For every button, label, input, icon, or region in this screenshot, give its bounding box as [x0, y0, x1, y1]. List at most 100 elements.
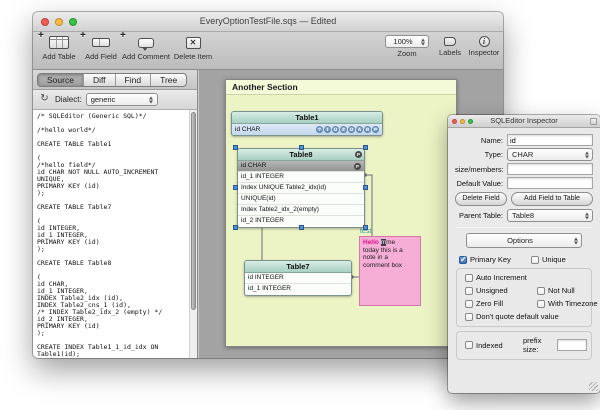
selection-handle[interactable] [299, 225, 304, 230]
table1-field-row[interactable]: id CHAR ? I U Z U A N P [232, 124, 382, 135]
selection-handle[interactable] [233, 185, 238, 190]
unique-checkbox[interactable]: Unique [531, 255, 566, 264]
window-titlebar[interactable]: EveryOptionTestFile.sqs — Edited [33, 12, 503, 32]
indexed-checkbox[interactable]: Indexed [465, 341, 523, 350]
table8-row[interactable]: Index Table2_idx_2(empty) [238, 205, 364, 216]
prefix-size-field[interactable] [557, 339, 587, 351]
table8-header[interactable]: Table8 P [238, 149, 364, 161]
inspector-titlebar[interactable]: SQLEditor Inspector [448, 115, 600, 128]
refresh-button[interactable]: ↻ [38, 93, 51, 106]
table7-row[interactable]: id_1 INTEGER [245, 284, 351, 295]
selection-handle[interactable] [363, 225, 368, 230]
source-scrollbar-thumb[interactable] [191, 112, 196, 310]
primary-key-badge-icon: P [354, 163, 361, 170]
diagram-canvas[interactable]: Another Section test Table1 id CHAR ? [225, 79, 457, 347]
inspector-traffic-lights [452, 119, 473, 124]
minimize-button[interactable] [55, 18, 63, 26]
table-table8[interactable]: Table8 P id CHAR P id_1 INTEGER Index UN… [237, 148, 365, 228]
inspector-toggle-button[interactable]: i Inspector [467, 35, 501, 57]
type-select[interactable]: CHAR [507, 148, 593, 161]
add-field-to-table-button[interactable]: Add Field to Table [511, 192, 593, 206]
table1-header[interactable]: Table1 [232, 112, 382, 124]
name-field[interactable] [507, 134, 593, 146]
add-comment-icon: + [121, 34, 171, 51]
source-scrollbar[interactable] [189, 110, 197, 358]
not-null-label: Not Null [548, 286, 575, 295]
zoom-window-button[interactable] [69, 18, 77, 26]
inspector-body: Name: Type: CHAR size/members: Default V… [448, 128, 600, 360]
parent-table-value: Table8 [508, 210, 592, 222]
attr-badge-icon: P [372, 126, 379, 133]
zero-fill-checkbox[interactable]: Zero Fill [465, 299, 537, 308]
table8-row[interactable]: UNIQUE(id) [238, 194, 364, 205]
selection-handle[interactable] [233, 145, 238, 150]
attr-badge-icon: I [324, 126, 331, 133]
selection-handle[interactable] [233, 225, 238, 230]
add-field-button[interactable]: + Add Field [81, 34, 121, 61]
table8-row[interactable]: Index UNIQUE Table2_idx(id) [238, 183, 364, 194]
tab-tree[interactable]: Tree [151, 74, 186, 86]
resize-grip-icon[interactable] [589, 382, 598, 391]
labels-button[interactable]: Labels [435, 35, 465, 57]
options-label: Options [467, 234, 581, 248]
comment-box[interactable]: Hello mme today this is a note in a comm… [359, 236, 421, 306]
unique-label: Unique [542, 255, 566, 264]
table8-row[interactable]: id_1 INTEGER [238, 172, 364, 183]
tab-find[interactable]: Find [116, 74, 152, 86]
inspector-zoom-button[interactable] [468, 119, 473, 124]
delete-field-button[interactable]: Delete Field [455, 192, 507, 206]
window-title: EveryOptionTestFile.sqs — Edited [33, 12, 503, 31]
add-comment-button[interactable]: + Add Comment [121, 34, 171, 61]
parent-table-select[interactable]: Table8 [507, 209, 593, 222]
indexed-label: Indexed [476, 341, 503, 350]
checkbox-icon [465, 300, 473, 308]
view-tabbar: Source Diff Find Tree [33, 70, 197, 90]
popup-arrows-icon [583, 150, 590, 159]
primary-key-checkbox[interactable]: ✓ Primary Key [459, 255, 531, 264]
sql-source-editor[interactable]: /* SQLEditor (Generic SQL)*/ /*hello wor… [33, 110, 189, 358]
dialect-select[interactable]: generic [86, 93, 158, 106]
popup-arrows-icon [583, 211, 590, 220]
default-value-field[interactable] [507, 177, 593, 189]
not-null-checkbox[interactable]: Not Null [537, 286, 575, 295]
add-table-button[interactable]: + Add Table [39, 34, 79, 61]
comment-body: today this is a note in a comment box [363, 247, 417, 270]
attr-badge-icon: A [356, 126, 363, 133]
selection-handle[interactable] [299, 145, 304, 150]
popup-arrows-icon [419, 37, 426, 46]
table1-title: Table1 [295, 113, 318, 122]
table-table1[interactable]: Table1 id CHAR ? I U Z U A N P [231, 111, 383, 136]
info-icon: i [479, 36, 490, 47]
delete-item-button[interactable]: ✕ Delete Item [171, 34, 215, 61]
table7-row[interactable]: id INTEGER [245, 273, 351, 284]
zoom-caption: Zoom [385, 49, 429, 58]
table8-row-selected[interactable]: id CHAR P [238, 161, 364, 172]
popup-arrows-icon [572, 236, 579, 245]
dont-quote-default-checkbox[interactable]: Don't quote default value [465, 312, 587, 321]
table7-header[interactable]: Table7 [245, 261, 351, 273]
zoom-select[interactable]: 100% [385, 35, 429, 48]
selection-handle[interactable] [363, 145, 368, 150]
source-view: /* SQLEditor (Generic SQL)*/ /*hello wor… [33, 110, 197, 358]
labels-icon [444, 37, 456, 46]
delete-item-icon: ✕ [171, 34, 215, 51]
zoom-control-group: 100% Zoom [385, 35, 429, 58]
size-members-label: size/members: [455, 165, 507, 174]
table-table7[interactable]: Table7 id INTEGER id_1 INTEGER [244, 260, 352, 296]
inspector-collapse-icon[interactable] [590, 118, 597, 125]
add-table-label: Add Table [39, 52, 79, 61]
refresh-icon: ↻ [40, 93, 48, 104]
inspector-minimize-button[interactable] [460, 119, 465, 124]
auto-increment-checkbox[interactable]: Auto Increment [465, 273, 587, 282]
inspector-close-button[interactable] [452, 119, 457, 124]
dialect-value: generic [87, 94, 157, 106]
tab-diff[interactable]: Diff [84, 74, 116, 86]
size-members-field[interactable] [507, 163, 593, 175]
dialect-label: Dialect: [55, 95, 82, 104]
tab-source[interactable]: Source [38, 74, 84, 86]
close-button[interactable] [41, 18, 49, 26]
selection-handle[interactable] [363, 185, 368, 190]
options-popup[interactable]: Options [466, 233, 582, 248]
unsigned-checkbox[interactable]: Unsigned [465, 286, 537, 295]
with-timezone-checkbox[interactable]: With Timezone [537, 299, 598, 308]
